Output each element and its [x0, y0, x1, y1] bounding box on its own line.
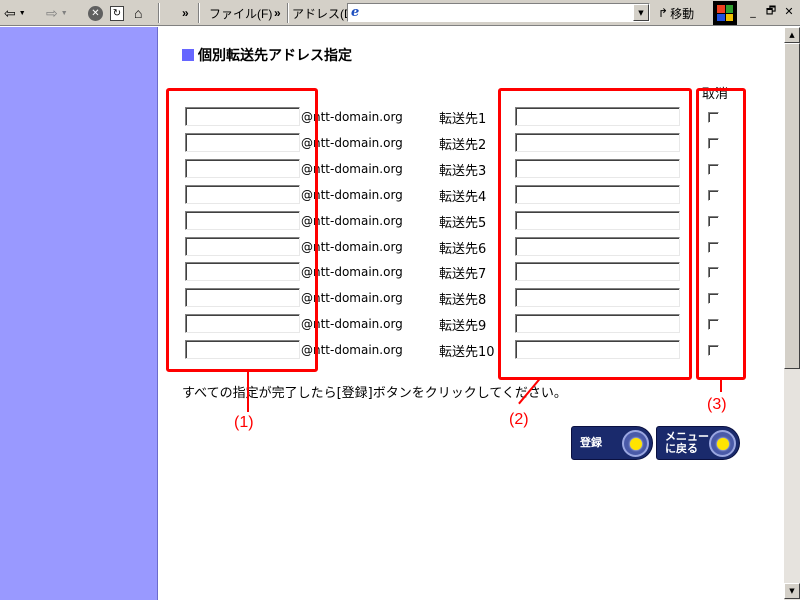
forward-destination-label: 転送先9 — [439, 319, 487, 334]
stop-icon: ✕ — [88, 5, 103, 21]
annotation-label-1: (1) — [234, 414, 254, 431]
annotation-pointer-1 — [247, 372, 249, 412]
menu-chevron[interactable]: » — [274, 3, 281, 23]
page-title: 個別転送先アドレス指定 — [182, 45, 352, 65]
scroll-down-button[interactable]: ▼ — [784, 583, 800, 599]
register-button-label: 登録 — [580, 436, 602, 449]
windows-logo-icon — [713, 1, 737, 25]
go-label: 移動 — [670, 6, 695, 21]
annotation-box-2 — [498, 88, 692, 380]
main-content: 個別転送先アドレス指定 取消 @ntt-domain.org 転送先1 @ntt-d… — [159, 27, 783, 600]
annotation-label-2: (2) — [509, 411, 529, 428]
annotation-pointer-3 — [720, 380, 722, 392]
annotation-box-1 — [166, 88, 318, 372]
vertical-scrollbar[interactable]: ▲ ▼ — [783, 27, 800, 600]
forward-destination-label: 転送先5 — [439, 216, 487, 231]
stop-button[interactable]: ✕ — [88, 3, 103, 23]
scroll-down-icon: ▼ — [789, 587, 795, 595]
forward-destination-label: 転送先10 — [439, 345, 495, 360]
annotation-box-3 — [696, 88, 746, 380]
instruction-text: すべての指定が完了したら[登録]ボタンをクリックしてください。 — [182, 386, 567, 401]
minimize-button[interactable]: _ — [744, 3, 762, 19]
minimize-icon: _ — [750, 4, 756, 18]
refresh-icon: ↻ — [110, 5, 124, 21]
chevron-icon: » — [274, 6, 281, 20]
forward-destination-label: 転送先4 — [439, 190, 487, 205]
go-button[interactable]: ↱ 移動 — [658, 3, 694, 23]
refresh-button[interactable]: ↻ — [110, 3, 124, 23]
forward-destination-label: 転送先8 — [439, 293, 487, 308]
chevron-icon: » — [182, 6, 189, 20]
forward-destination-label: 転送先2 — [439, 138, 487, 153]
forward-destination-label: 転送先1 — [439, 112, 487, 127]
forward-arrow-icon: ⇨ — [46, 5, 58, 21]
restore-button[interactable]: 🗗 — [762, 3, 780, 19]
title-bullet-icon — [182, 49, 194, 61]
back-button[interactable]: ⇦ ▼ — [4, 3, 26, 23]
menu-knob-icon — [709, 430, 736, 457]
home-icon: ⌂ — [134, 5, 143, 21]
forward-button[interactable]: ⇨ ▼ — [46, 3, 68, 23]
register-button[interactable]: 登録 — [571, 426, 653, 460]
left-frame — [0, 27, 158, 600]
forward-dropdown-icon[interactable]: ▼ — [61, 10, 68, 17]
close-icon: ✕ — [784, 4, 794, 18]
chevron-down-icon: ▼ — [638, 8, 644, 17]
annotation-label-3: (3) — [707, 396, 727, 413]
toolbar-separator — [287, 3, 289, 23]
scroll-up-icon: ▲ — [789, 31, 795, 39]
ie-page-icon: e — [351, 4, 360, 20]
forward-destination-label: 転送先6 — [439, 242, 487, 257]
file-menu[interactable]: ファイル(F) — [209, 3, 272, 23]
scroll-thumb[interactable] — [784, 43, 800, 369]
toolbar-chevron[interactable]: » — [182, 3, 189, 23]
register-knob-icon — [622, 430, 649, 457]
restore-icon: 🗗 — [765, 3, 777, 17]
page-title-text: 個別転送先アドレス指定 — [198, 48, 352, 64]
forward-destination-label: 転送先7 — [439, 267, 487, 282]
close-button[interactable]: ✕ — [780, 3, 798, 19]
back-arrow-icon: ⇦ — [4, 5, 16, 21]
toolbar-separator — [158, 3, 160, 23]
go-icon: ↱ — [658, 6, 669, 20]
address-dropdown-button[interactable]: ▼ — [633, 4, 649, 21]
back-dropdown-icon[interactable]: ▼ — [19, 10, 26, 17]
address-bar[interactable]: e ▼ — [347, 3, 650, 22]
scroll-up-button[interactable]: ▲ — [784, 27, 800, 43]
browser-toolbar: ⇦ ▼ ⇨ ▼ ✕ ↻ ⌂ » ファイル(F) » アドレス(D) e ▼ ↱ … — [0, 0, 800, 26]
back-to-menu-label: メニュー に戻る — [665, 430, 709, 455]
home-button[interactable]: ⌂ — [134, 3, 142, 23]
back-to-menu-button[interactable]: メニュー に戻る — [656, 426, 740, 460]
forward-destination-label: 転送先3 — [439, 164, 487, 179]
file-menu-label: ファイル(F) — [209, 6, 273, 21]
toolbar-separator — [198, 3, 200, 23]
